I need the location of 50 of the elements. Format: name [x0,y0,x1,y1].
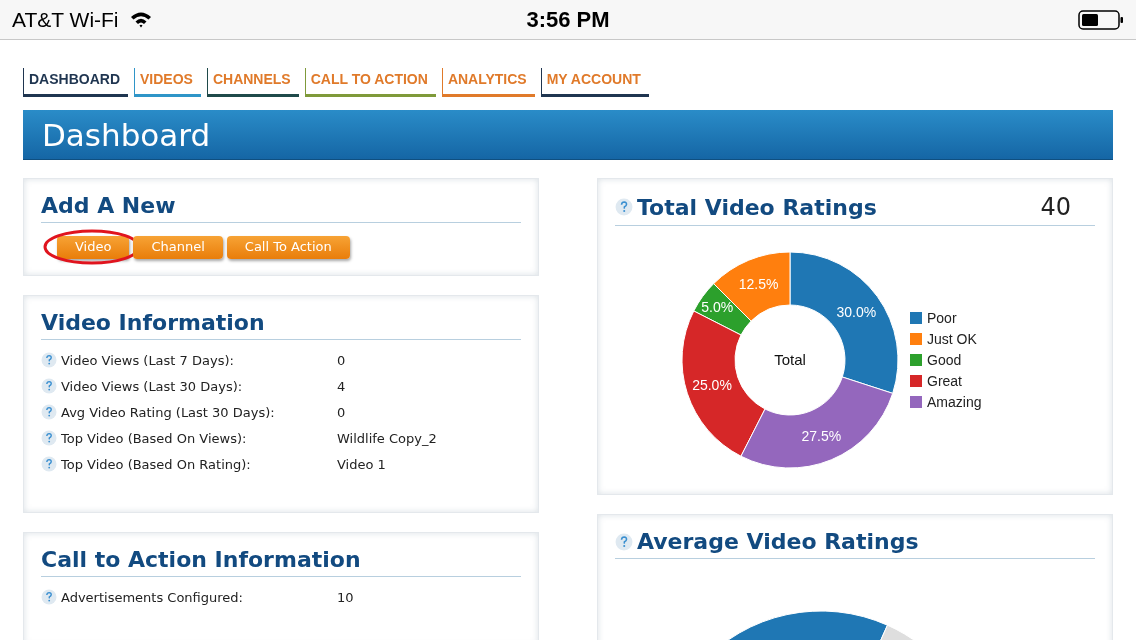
legend-label: Great [927,373,962,389]
stat-value: 4 [337,378,346,394]
help-icon[interactable] [41,589,57,605]
battery-icon [1078,9,1124,30]
help-icon[interactable] [41,378,57,394]
slice-label: 27.5% [801,427,842,444]
page-title-bar: Dashboard [23,110,1113,160]
stat-label: Video Views (Last 30 Days): [61,378,244,394]
slice-label: 30.0% [836,303,877,320]
help-icon[interactable] [41,404,57,420]
stat-label: Advertisements Configured: [61,589,244,605]
add-new-button[interactable]: Channel [133,236,223,259]
legend-label: Poor [927,310,957,326]
help-icon[interactable] [41,430,57,446]
nav-tab[interactable]: ANALYTICS [441,68,535,97]
legend-label: Good [927,352,962,368]
slice-label: 12.5% [738,276,779,293]
card-title: Add A New [41,193,176,218]
help-icon[interactable] [41,352,57,368]
card-title: Call to Action Information [41,547,361,572]
stat-label: Top Video (Based On Views): [61,430,248,446]
slice-label: 25.0% [692,377,732,394]
carrier-name: AT&T Wi-Fi [12,7,119,32]
stat-value: 0 [337,352,346,368]
help-icon[interactable] [615,198,633,216]
card-title: Video Information [41,310,265,335]
stat-label: Avg Video Rating (Last 30 Days): [61,404,276,420]
card-title: Total Video Ratings [637,194,877,220]
donut-center-label: Total [774,351,806,368]
help-icon[interactable] [615,532,633,551]
stat-value: 0 [337,404,346,420]
rating-count: 40 [1040,193,1071,221]
stat-label: Video Views (Last 7 Days): [61,352,235,368]
legend-label: Just OK [927,331,977,347]
stat-value: Wildlife Copy_2 [337,430,437,446]
help-icon[interactable] [41,456,57,472]
slice-label: 5.0% [701,299,734,316]
add-new-button[interactable]: Video [57,236,130,259]
clock: 3:56 PM [526,6,610,33]
add-new-button[interactable]: Call To Action [226,236,350,259]
nav-tab[interactable]: CALL TO ACTION [304,68,436,97]
stat-value: 10 [337,589,354,605]
stat-value: Video 1 [337,456,386,472]
stat-label: Top Video (Based On Rating): [61,456,252,472]
nav-tab[interactable]: MY ACCOUNT [540,68,649,97]
card-title: Average Video Ratings [637,529,919,554]
nav-tab[interactable]: DASHBOARD [23,68,128,97]
nav-tab[interactable]: VIDEOS [134,68,201,97]
nav-tab[interactable]: CHANNELS [206,68,299,97]
legend-label: Amazing [927,394,982,410]
